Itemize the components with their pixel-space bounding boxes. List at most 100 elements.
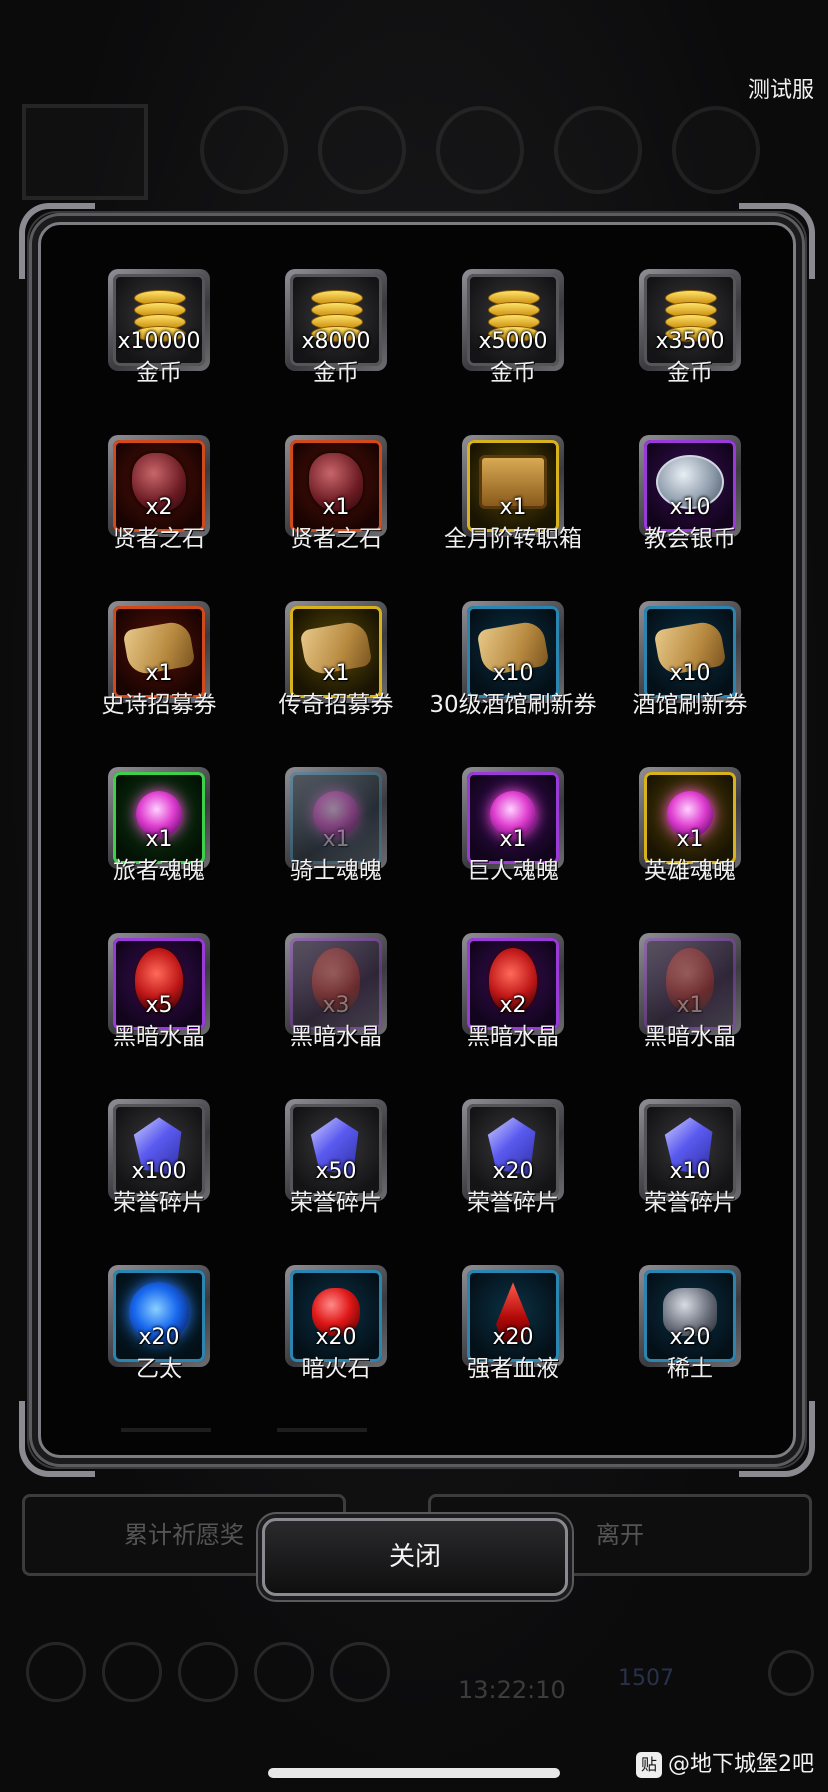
reward-item[interactable]: x20 强者血液 bbox=[435, 1265, 575, 1415]
reward-item[interactable]: x10 30级酒馆刷新券 bbox=[429, 601, 597, 751]
item-name: 巨人魂魄 bbox=[467, 858, 559, 884]
item-quantity: x1 bbox=[322, 661, 350, 686]
menu-icon bbox=[26, 1642, 86, 1702]
item-name: 教会银币 bbox=[644, 526, 736, 552]
close-button[interactable]: 关闭 bbox=[262, 1518, 568, 1596]
reward-item[interactable]: x10 教会银币 bbox=[612, 435, 752, 585]
item-name: 贤者之石 bbox=[290, 526, 382, 552]
item-quantity: x20 bbox=[492, 1325, 534, 1350]
item-name: 荣誉碎片 bbox=[290, 1190, 382, 1216]
reward-item[interactable]: x20 暗火石 bbox=[258, 1265, 398, 1415]
skill-icon bbox=[436, 106, 524, 194]
item-quantity: x8000 bbox=[301, 329, 371, 354]
item-name: 荣誉碎片 bbox=[113, 1190, 205, 1216]
item-name: 稀土 bbox=[667, 1356, 713, 1382]
menu-icon bbox=[102, 1642, 162, 1702]
reward-item[interactable]: x20 稀土 bbox=[612, 1265, 752, 1415]
reward-item[interactable]: x10 荣誉碎片 bbox=[612, 1099, 752, 1249]
reward-item[interactable]: x50 荣誉碎片 bbox=[258, 1099, 398, 1249]
reward-item[interactable]: x3500 金币 bbox=[612, 269, 752, 419]
skill-icon bbox=[672, 106, 760, 194]
timer-text: 13:22:10 bbox=[458, 1676, 566, 1704]
item-name: 荣誉碎片 bbox=[644, 1190, 736, 1216]
reward-list-modal: x10000 金币 x8000 金币 x5000 金币 x3500 金币 x2 贤者之石 x1 贤者之… bbox=[19, 203, 815, 1477]
item-name: 史诗招募券 bbox=[101, 692, 217, 718]
item-name: 传奇招募券 bbox=[278, 692, 394, 718]
item-quantity: x10 bbox=[492, 661, 534, 686]
item-name: 强者血液 bbox=[467, 1356, 559, 1382]
item-quantity: x100 bbox=[131, 1159, 187, 1184]
reward-item[interactable]: x100 荣誉碎片 bbox=[81, 1099, 221, 1249]
item-quantity: x2 bbox=[145, 495, 173, 520]
skill-icon bbox=[200, 106, 288, 194]
item-name: 全月阶转职箱 bbox=[444, 526, 582, 552]
bottom-hud: 13:22:10 1507 bbox=[0, 1620, 828, 1720]
item-name: 金币 bbox=[667, 360, 713, 386]
item-quantity: x2 bbox=[499, 993, 527, 1018]
reward-item[interactable]: x1 旅者魂魄 bbox=[81, 767, 221, 917]
item-quantity: x10 bbox=[669, 495, 711, 520]
reward-item[interactable]: x20 乙太 bbox=[81, 1265, 221, 1415]
item-name: 骑士魂魄 bbox=[290, 858, 382, 884]
item-quantity: x5000 bbox=[478, 329, 548, 354]
scroll-hint bbox=[121, 1428, 211, 1432]
item-quantity: x1 bbox=[676, 827, 704, 852]
skill-icon bbox=[554, 106, 642, 194]
item-name: 金币 bbox=[490, 360, 536, 386]
item-name: 30级酒馆刷新券 bbox=[429, 692, 597, 718]
item-quantity: x1 bbox=[322, 495, 350, 520]
item-quantity: x1 bbox=[499, 495, 527, 520]
item-quantity: x20 bbox=[315, 1325, 357, 1350]
reward-item[interactable]: x1 黑暗水晶 bbox=[612, 933, 752, 1083]
item-quantity: x10000 bbox=[117, 329, 201, 354]
item-quantity: x3500 bbox=[655, 329, 725, 354]
item-name: 乙太 bbox=[136, 1356, 182, 1382]
menu-icon bbox=[330, 1642, 390, 1702]
item-quantity: x20 bbox=[138, 1325, 180, 1350]
reward-item[interactable]: x10000 金币 bbox=[81, 269, 221, 419]
reward-item[interactable]: x1 史诗招募券 bbox=[81, 601, 221, 751]
reward-item[interactable]: x20 荣誉碎片 bbox=[435, 1099, 575, 1249]
item-name: 黑暗水晶 bbox=[467, 1024, 559, 1050]
item-name: 黑暗水晶 bbox=[290, 1024, 382, 1050]
reward-item[interactable]: x1 骑士魂魄 bbox=[258, 767, 398, 917]
item-name: 荣誉碎片 bbox=[467, 1190, 559, 1216]
reward-item[interactable]: x3 黑暗水晶 bbox=[258, 933, 398, 1083]
reward-item[interactable]: x2 黑暗水晶 bbox=[435, 933, 575, 1083]
menu-icon bbox=[178, 1642, 238, 1702]
hero-portrait bbox=[22, 104, 148, 200]
reward-item[interactable]: x10 酒馆刷新券 bbox=[612, 601, 752, 751]
frame-corner bbox=[739, 203, 815, 279]
reward-item[interactable]: x1 全月阶转职箱 bbox=[435, 435, 582, 585]
currency-count: 1507 bbox=[618, 1666, 674, 1691]
reward-item[interactable]: x1 传奇招募券 bbox=[258, 601, 398, 751]
tieba-logo: 贴 bbox=[636, 1752, 662, 1778]
reward-item[interactable]: x1 巨人魂魄 bbox=[435, 767, 575, 917]
item-name: 旅者魂魄 bbox=[113, 858, 205, 884]
reward-item[interactable]: x2 贤者之石 bbox=[81, 435, 221, 585]
item-quantity: x1 bbox=[145, 827, 173, 852]
item-quantity: x10 bbox=[669, 661, 711, 686]
item-name: 暗火石 bbox=[301, 1356, 371, 1382]
menu-icon bbox=[254, 1642, 314, 1702]
item-quantity: x1 bbox=[145, 661, 173, 686]
dimmed-top-bar bbox=[0, 100, 828, 200]
reward-item[interactable]: x5000 金币 bbox=[435, 269, 575, 419]
reward-item[interactable]: x8000 金币 bbox=[258, 269, 398, 419]
item-name: 金币 bbox=[136, 360, 182, 386]
reward-item[interactable]: x1 贤者之石 bbox=[258, 435, 398, 585]
add-icon bbox=[768, 1650, 814, 1696]
item-name: 金币 bbox=[313, 360, 359, 386]
item-name: 贤者之石 bbox=[113, 526, 205, 552]
watermark: 贴 @地下城堡2吧 bbox=[636, 1746, 814, 1778]
item-name: 英雄魂魄 bbox=[644, 858, 736, 884]
frame-corner bbox=[19, 203, 95, 279]
item-quantity: x20 bbox=[669, 1325, 711, 1350]
home-indicator[interactable] bbox=[268, 1768, 560, 1778]
item-quantity: x3 bbox=[322, 993, 350, 1018]
item-name: 黑暗水晶 bbox=[113, 1024, 205, 1050]
item-quantity: x50 bbox=[315, 1159, 357, 1184]
item-quantity: x1 bbox=[499, 827, 527, 852]
reward-item[interactable]: x5 黑暗水晶 bbox=[81, 933, 221, 1083]
reward-item[interactable]: x1 英雄魂魄 bbox=[612, 767, 752, 917]
